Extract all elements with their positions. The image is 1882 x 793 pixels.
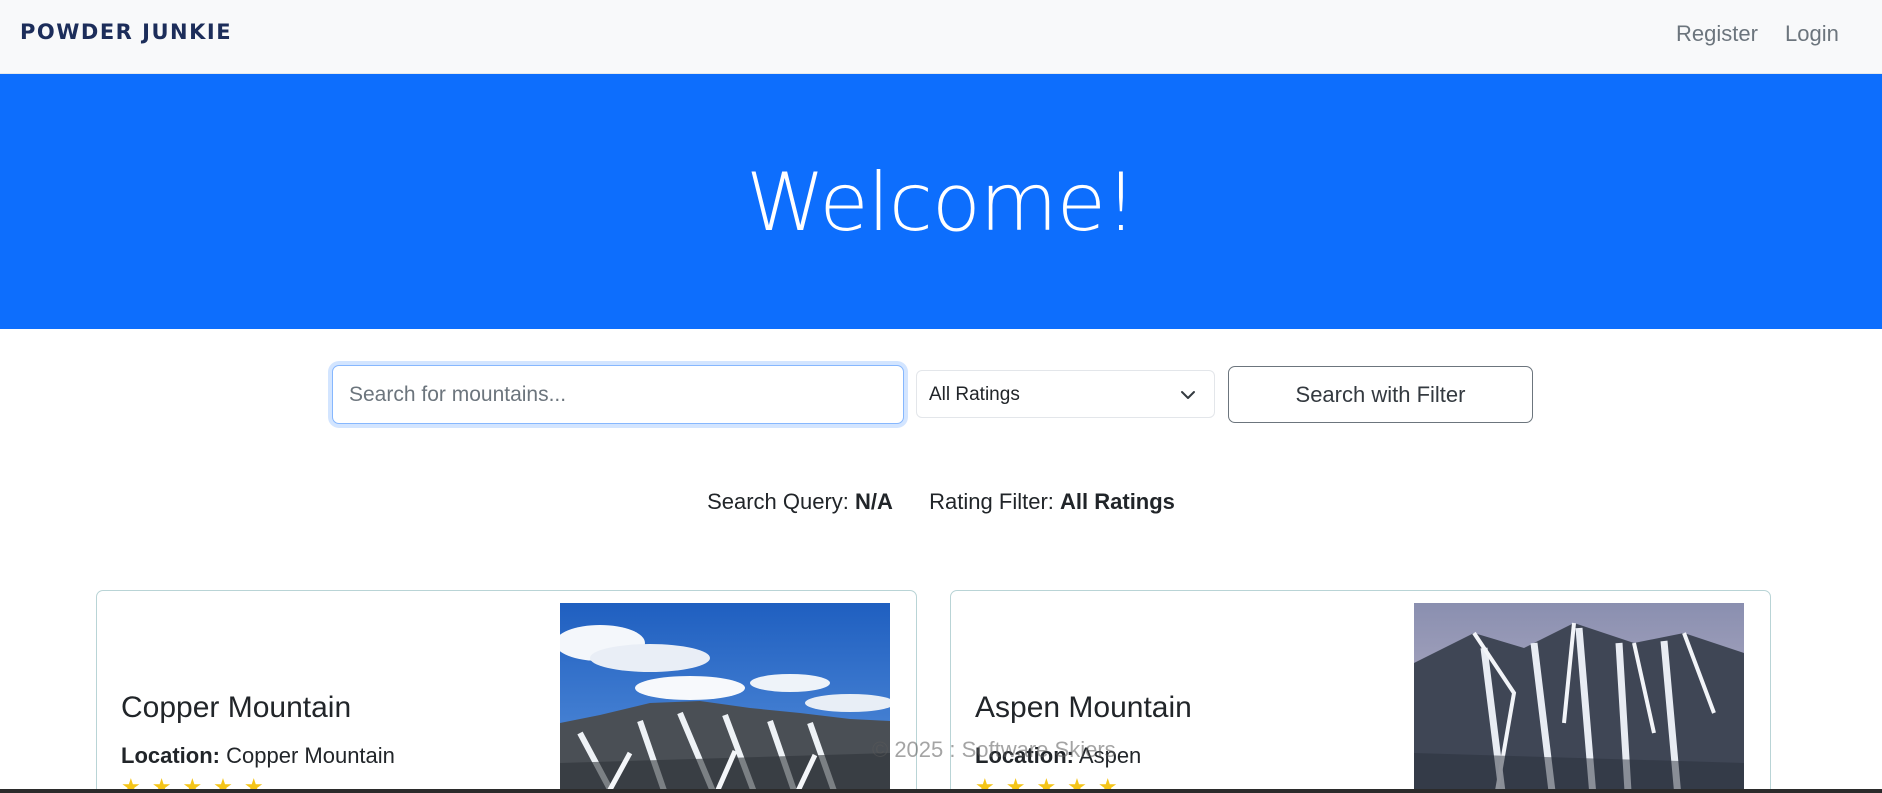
chevron-down-icon (1181, 391, 1195, 399)
mountain-photo (560, 603, 890, 793)
location-value: Copper Mountain (226, 743, 395, 768)
location-label: Location: (121, 743, 220, 768)
navbar: POWDER JUNKIE Register Login (0, 0, 1882, 74)
rating-filter-selected: All Ratings (929, 384, 1020, 405)
search-input[interactable] (332, 365, 904, 424)
brand-logo[interactable]: POWDER JUNKIE (20, 20, 232, 44)
divider (0, 789, 1882, 793)
rating-filter-select[interactable]: All Ratings (916, 370, 1215, 418)
search-with-filter-button[interactable]: Search with Filter (1228, 366, 1533, 423)
search-query-label: Search Query: (707, 489, 849, 514)
mountain-card-title[interactable]: Aspen Mountain (975, 691, 1192, 725)
rating-filter-value: All Ratings (1060, 489, 1175, 514)
hero-title: Welcome! (745, 156, 1137, 249)
footer-copyright: © 2025 : Software Skiers (872, 737, 1116, 762)
mountain-card-location: Location: Copper Mountain (121, 743, 395, 769)
search-query-value: N/A (855, 489, 893, 514)
mountain-card-title[interactable]: Copper Mountain (121, 691, 351, 725)
hero-banner: Welcome! (0, 74, 1882, 329)
login-link[interactable]: Login (1785, 21, 1839, 47)
rating-filter-label: Rating Filter: (929, 489, 1054, 514)
register-link[interactable]: Register (1676, 21, 1758, 47)
mountain-photo (1414, 603, 1744, 793)
mountain-card[interactable]: Copper Mountain Location: Copper Mountai… (96, 590, 917, 793)
search-summary: Search Query: N/A Rating Filter: All Rat… (0, 489, 1882, 515)
